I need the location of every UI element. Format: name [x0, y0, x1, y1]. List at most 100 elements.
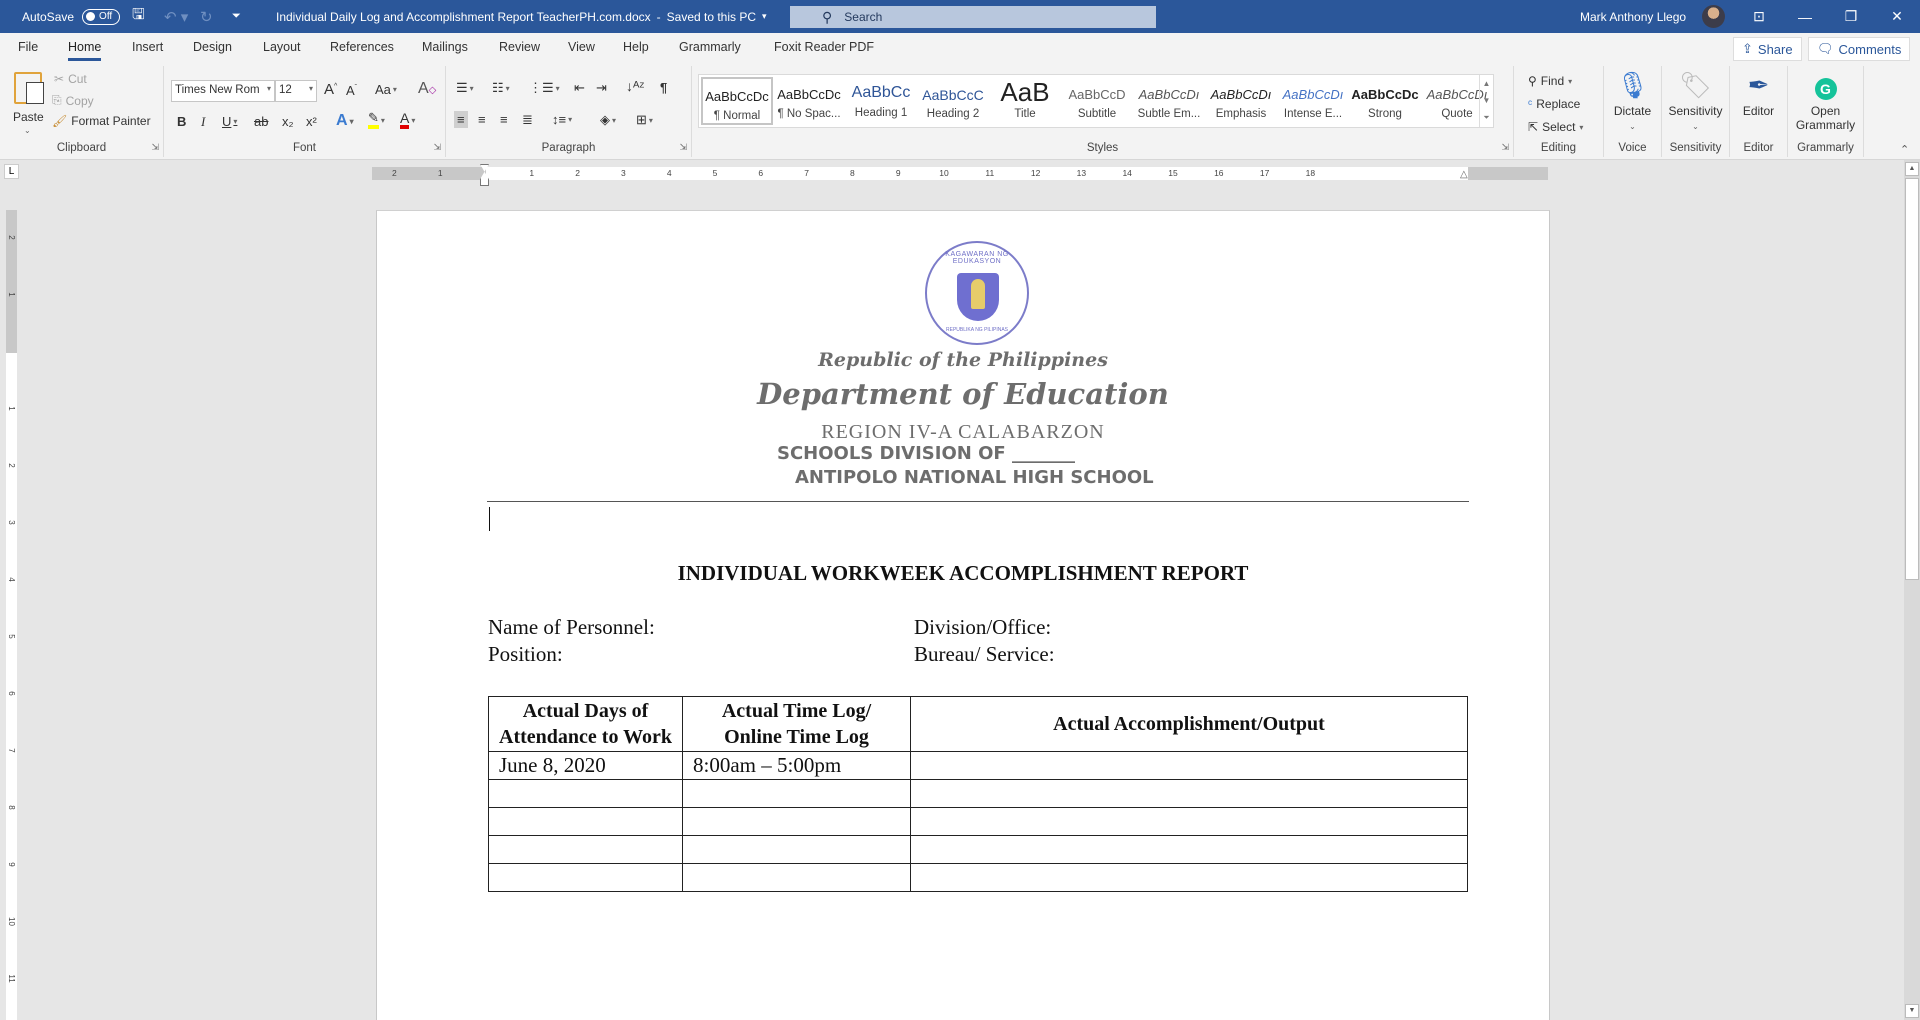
table-cell[interactable] — [682, 779, 911, 808]
comments-button[interactable]: 🗨 Comments — [1808, 37, 1911, 61]
save-icon[interactable]: 🖫 — [132, 0, 145, 33]
style-subtle-emphasis[interactable]: AaBbCcDı Subtle Em... — [1133, 77, 1205, 125]
bullets-button[interactable]: ☰ ▾ — [456, 80, 474, 96]
search-input[interactable]: ⚲ Search — [790, 6, 1156, 28]
cut-button[interactable]: ✂ Cut — [54, 72, 87, 86]
table-cell[interactable] — [910, 835, 1468, 864]
scroll-down-arrow[interactable]: ▼ — [1905, 1004, 1919, 1018]
style-normal[interactable]: AaBbCcDc ¶ Normal — [701, 77, 773, 125]
autosave-control[interactable]: AutoSave Off — [22, 0, 121, 33]
minimize-icon[interactable]: — — [1782, 0, 1828, 33]
tab-review[interactable]: Review — [499, 40, 540, 54]
justify-button[interactable]: ≣ — [522, 112, 533, 128]
text-effects-button[interactable]: A ▾ — [336, 112, 354, 130]
table-cell[interactable] — [910, 863, 1468, 892]
multilevel-list-button[interactable]: ⋮☰ ▾ — [529, 80, 560, 96]
table-cell[interactable] — [488, 807, 683, 836]
dialog-launcher-icon[interactable]: ⇲ — [433, 142, 441, 153]
subscript-button[interactable]: x₂ — [282, 114, 294, 129]
superscript-button[interactable]: x² — [306, 114, 317, 129]
scroll-up-icon[interactable]: ▲ — [1483, 79, 1491, 88]
horizontal-ruler[interactable]: 2 1 1 2 3 4 5 6 7 8 9 10 11 12 13 14 15 16 17 18 — [372, 167, 1548, 180]
table-cell[interactable] — [910, 807, 1468, 836]
table-cell[interactable]: June 8, 2020 — [488, 751, 683, 780]
header-time-log[interactable]: Actual Time Log/Online Time Log — [682, 696, 911, 752]
redo-icon[interactable]: ↻ — [200, 0, 213, 33]
change-case-button[interactable]: Aa ▾ — [375, 82, 397, 97]
editor-button[interactable]: ✒ Editor — [1730, 68, 1787, 118]
style-strong[interactable]: AaBbCcDc Strong — [1349, 77, 1421, 125]
line-spacing-button[interactable]: ↕≡ ▾ — [552, 112, 572, 127]
styles-gallery-scroll[interactable]: ▲ ▼ ⏷ — [1479, 75, 1493, 127]
shading-button[interactable]: ◈ ▾ — [600, 112, 616, 128]
strikethrough-button[interactable]: ab — [254, 114, 268, 129]
undo-icon[interactable]: ↶ ▾ — [164, 0, 188, 33]
style-no-spacing[interactable]: AaBbCcDc ¶ No Spac... — [773, 77, 845, 125]
share-button[interactable]: ⇪ Share — [1733, 37, 1802, 61]
sort-button[interactable]: ↓ᴬᶻ — [626, 78, 644, 94]
dialog-launcher-icon[interactable]: ⇲ — [151, 142, 159, 153]
right-indent-marker[interactable]: △ — [1460, 169, 1468, 180]
dialog-launcher-icon[interactable]: ⇲ — [1501, 142, 1509, 153]
sensitivity-button[interactable]: 🏷 Sensitivity ⌄ — [1662, 68, 1729, 132]
table-cell[interactable] — [682, 835, 911, 864]
numbering-button[interactable]: ☷ ▾ — [492, 80, 510, 96]
scrollbar-thumb[interactable] — [1905, 178, 1919, 580]
font-name-combobox[interactable]: Times New Rom ▾ — [171, 80, 275, 102]
align-right-button[interactable]: ≡ — [500, 112, 508, 127]
table-cell[interactable] — [488, 863, 683, 892]
tab-home[interactable]: Home — [68, 40, 102, 61]
tab-insert[interactable]: Insert — [132, 40, 163, 54]
shrink-font-button[interactable]: Aˇ — [346, 83, 357, 98]
open-grammarly-button[interactable]: G Open Grammarly — [1788, 68, 1863, 132]
collapse-ribbon-icon[interactable]: ⌃ — [1900, 143, 1909, 156]
vertical-ruler[interactable]: 2 1 1 2 3 4 5 6 7 8 9 10 11 — [6, 210, 17, 1020]
table-cell[interactable] — [488, 779, 683, 808]
bold-button[interactable]: B — [177, 114, 186, 129]
paste-button[interactable]: Paste ⌄ — [10, 70, 46, 140]
clear-formatting-button[interactable]: A◇ — [418, 80, 436, 98]
replace-button[interactable]: ᶜ Replace — [1528, 97, 1580, 111]
table-cell[interactable] — [682, 807, 911, 836]
ribbon-display-options-icon[interactable]: ⊡ — [1736, 0, 1782, 33]
document-page[interactable]: KAGAWARAN NG EDUKASYON REPUBLIKA NG PILI… — [376, 210, 1550, 1020]
header-accomplishment[interactable]: Actual Accomplishment/Output — [910, 696, 1468, 752]
tab-design[interactable]: Design — [193, 40, 232, 54]
restore-icon[interactable]: ❐ — [1828, 0, 1874, 33]
tab-file[interactable]: File — [18, 40, 38, 54]
show-formatting-marks-button[interactable]: ¶ — [660, 80, 667, 95]
underline-button[interactable]: U ▾ — [222, 114, 237, 129]
table-cell[interactable] — [682, 863, 911, 892]
increase-indent-button[interactable]: ⇥ — [596, 80, 607, 96]
document-title[interactable]: Individual Daily Log and Accomplishment … — [276, 0, 767, 33]
font-size-combobox[interactable]: 12 ▾ — [275, 80, 317, 102]
tab-help[interactable]: Help — [623, 40, 649, 54]
avatar[interactable] — [1702, 5, 1725, 28]
style-subtitle[interactable]: AaBbCcD Subtitle — [1061, 77, 1133, 125]
table-cell[interactable]: 8:00am – 5:00pm — [682, 751, 911, 780]
style-title[interactable]: AaB Title — [989, 77, 1061, 125]
highlight-color-button[interactable]: ✎ ▾ — [368, 111, 385, 129]
tab-layout[interactable]: Layout — [263, 40, 301, 54]
style-emphasis[interactable]: AaBbCcDı Emphasis — [1205, 77, 1277, 125]
find-button[interactable]: ⚲ Find ▾ — [1528, 74, 1572, 88]
tab-selector[interactable]: L — [4, 164, 19, 179]
more-styles-icon[interactable]: ⏷ — [1483, 113, 1489, 123]
copy-button[interactable]: ⎘ Copy — [52, 93, 94, 108]
scroll-up-arrow[interactable]: ▲ — [1905, 162, 1919, 176]
table-cell[interactable] — [488, 835, 683, 864]
header-days-attendance[interactable]: Actual Days of Attendance to Work — [488, 696, 683, 752]
scroll-down-icon[interactable]: ▼ — [1483, 96, 1491, 105]
dialog-launcher-icon[interactable]: ⇲ — [679, 142, 687, 153]
borders-button[interactable]: ⊞ ▾ — [636, 112, 653, 128]
align-left-button[interactable]: ≡ — [454, 111, 468, 128]
tab-mailings[interactable]: Mailings — [422, 40, 468, 54]
close-icon[interactable]: ✕ — [1874, 0, 1920, 33]
format-painter-button[interactable]: 🖌 Format Painter — [52, 114, 151, 128]
dictate-button[interactable]: 🎙 Dictate ⌄ — [1604, 68, 1661, 132]
tab-references[interactable]: References — [330, 40, 394, 54]
vertical-scrollbar[interactable]: ▲ ▼ — [1904, 160, 1920, 1020]
style-intense-emphasis[interactable]: AaBbCcDı Intense E... — [1277, 77, 1349, 125]
align-center-button[interactable]: ≡ — [478, 112, 486, 127]
tab-foxit-reader-pdf[interactable]: Foxit Reader PDF — [774, 40, 874, 54]
